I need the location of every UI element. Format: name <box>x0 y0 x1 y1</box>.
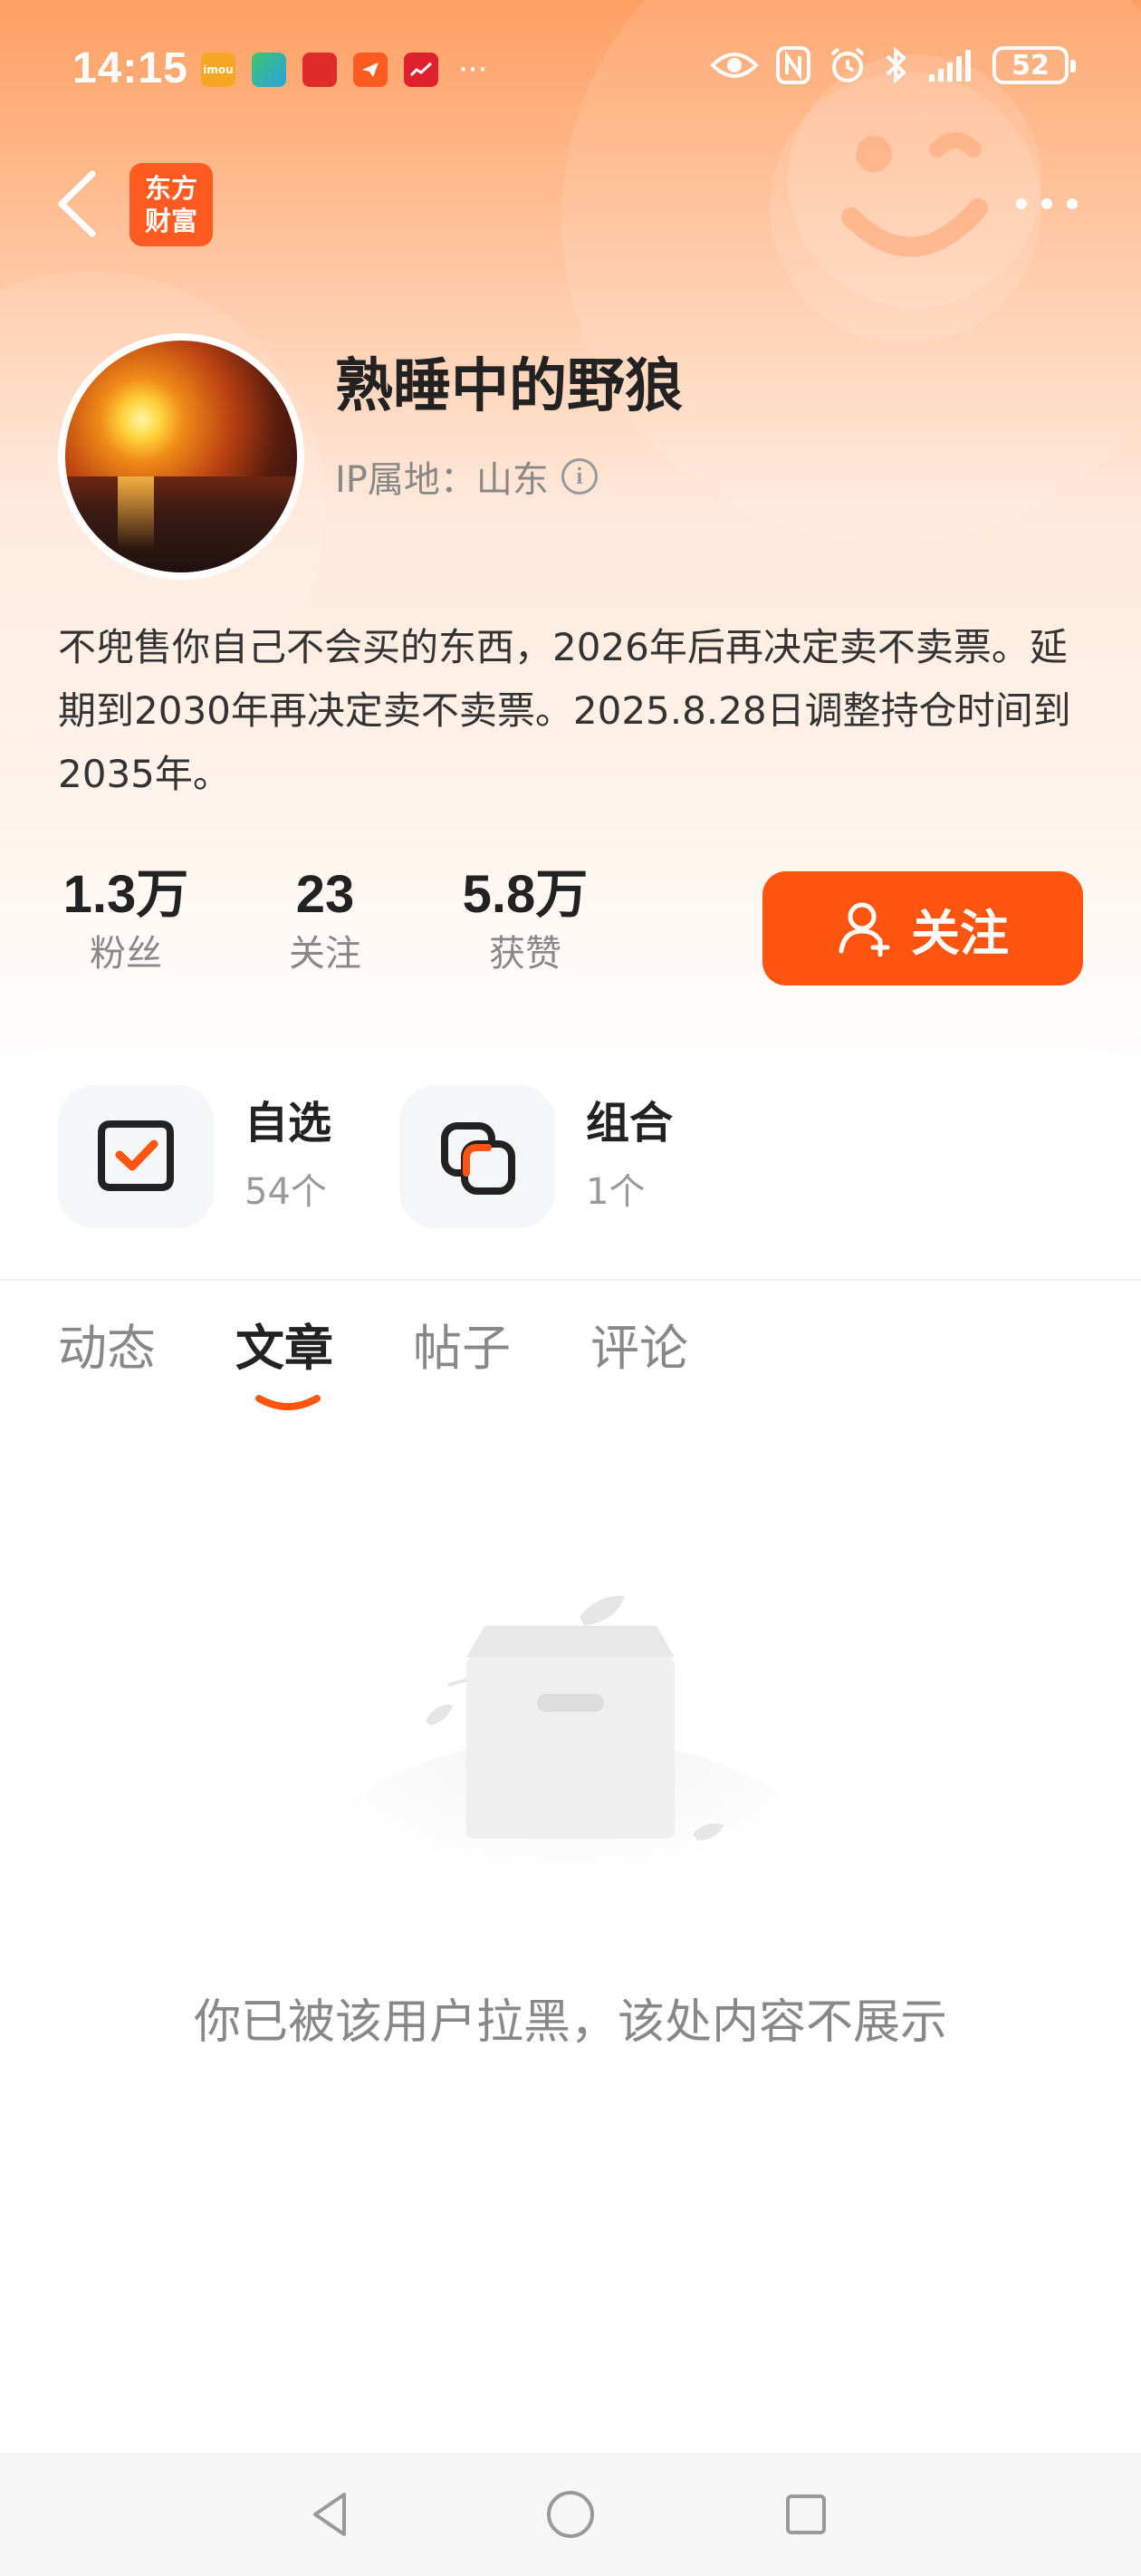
maps-app-icon <box>252 53 286 87</box>
brand-logo-line1: 东方 <box>144 173 197 204</box>
tab-posts[interactable]: 帖子 <box>413 1308 590 1389</box>
dot-icon <box>1067 198 1078 209</box>
stat-following[interactable]: 23 关注 <box>257 860 393 978</box>
bank-app-icon <box>302 53 337 87</box>
info-icon[interactable]: i <box>561 458 598 495</box>
user-bio: 不兜售你自己不会买的东西，2026年后再决定卖不卖票。延期到2030年再决定卖不… <box>58 625 1071 796</box>
empty-box-illustration <box>308 1595 833 1920</box>
section-divider <box>0 1279 1141 1281</box>
more-notifications-icon: ··· <box>458 52 488 88</box>
dot-icon <box>1016 198 1027 209</box>
notification-icons: imou ··· <box>201 53 487 87</box>
avatar-horizon <box>65 476 297 572</box>
stat-value: 5.8万 <box>462 865 589 924</box>
stat-value: 23 <box>295 865 355 924</box>
portfolio-entry[interactable]: 组合 1个 <box>399 1085 673 1228</box>
brand-logo[interactable]: 东方 财富 <box>129 163 213 246</box>
status-bar: 14:15 imou ··· 52 <box>0 36 1141 109</box>
tab-comments[interactable]: 评论 <box>590 1308 768 1389</box>
nav-home-icon[interactable] <box>543 2487 598 2542</box>
stat-followers[interactable]: 1.3万 粉丝 <box>58 860 194 978</box>
avatar-sun-reflection <box>118 476 154 549</box>
system-navigation-bar <box>0 2453 1141 2576</box>
brand-logo-line2: 财富 <box>144 206 197 236</box>
follow-button-label: 关注 <box>911 904 1009 962</box>
stat-value: 1.3万 <box>62 865 189 924</box>
empty-state-message: 你已被该用户拉黑，该处内容不展示 <box>193 1995 947 2050</box>
nav-back-icon[interactable] <box>304 2487 359 2542</box>
dot-icon <box>1041 198 1052 209</box>
watchlist-icon <box>58 1085 214 1228</box>
eye-comfort-icon <box>710 53 759 78</box>
nav-recents-icon[interactable] <box>779 2487 833 2542</box>
system-icons: 52 <box>710 45 1076 85</box>
nfc-icon <box>776 46 810 84</box>
tab-articles[interactable]: 文章 <box>235 1308 413 1389</box>
watchlist-count: 54个 <box>244 1171 327 1213</box>
status-time: 14:15 <box>72 44 188 92</box>
portfolio-count: 1个 <box>586 1171 646 1213</box>
active-tab-indicator <box>255 1395 321 1410</box>
watchlist-entry[interactable]: 自选 54个 <box>58 1085 331 1228</box>
follow-button[interactable]: 关注 <box>762 871 1083 985</box>
username: 熟睡中的野狼 <box>335 353 683 420</box>
stat-label: 粉丝 <box>90 933 162 975</box>
stat-label: 获赞 <box>489 933 561 975</box>
add-user-icon <box>839 902 890 957</box>
portfolio-icon <box>399 1085 555 1228</box>
stock-app-icon <box>404 53 438 87</box>
imou-app-icon: imou <box>201 53 235 87</box>
back-button[interactable] <box>45 163 109 245</box>
tab-dynamics[interactable]: 动态 <box>58 1308 235 1389</box>
portfolio-title: 组合 <box>586 1098 674 1149</box>
bluetooth-icon <box>886 46 906 84</box>
more-options-button[interactable] <box>996 190 1078 217</box>
message-app-icon <box>353 53 388 87</box>
avatar[interactable] <box>58 333 304 580</box>
alarm-icon <box>830 47 865 82</box>
watchlist-title: 自选 <box>244 1098 332 1149</box>
chevron-left-icon <box>58 170 96 237</box>
stats-row: 1.3万 粉丝 23 关注 5.8万 获赞 <box>58 860 598 978</box>
ip-location-text: IP属地：山东 <box>335 459 549 501</box>
battery-indicator: 52 <box>992 46 1076 84</box>
stat-label: 关注 <box>289 933 361 975</box>
content-tabs: 动态 文章 帖子 评论 <box>58 1308 768 1389</box>
ip-location: IP属地：山东 i <box>335 450 598 503</box>
signal-icon <box>929 50 971 82</box>
stat-likes[interactable]: 5.8万 获赞 <box>453 860 598 978</box>
